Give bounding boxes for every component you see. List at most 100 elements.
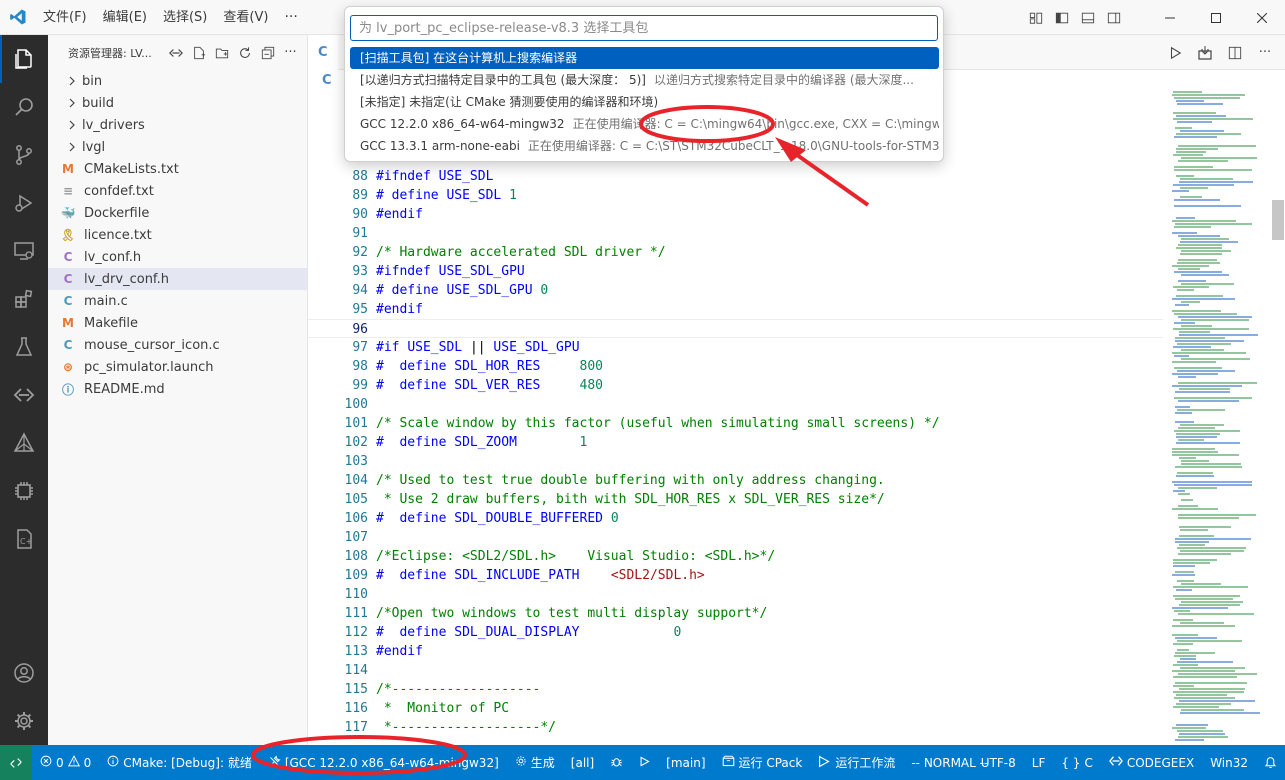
code-line[interactable]: 112 # define SDL_DUAL_DISPLAY 0 — [308, 623, 1163, 642]
encoding-status[interactable]: UTF-8 — [973, 745, 1024, 780]
menu-selection[interactable]: 选择(S) — [155, 0, 215, 35]
build-target-status[interactable]: [all] — [563, 745, 602, 780]
code-line[interactable]: 94 # define USE_SDL_GPU 0 — [308, 281, 1163, 300]
cmake-status[interactable]: CMake: [Debug]: 就绪 — [99, 745, 260, 780]
tree-item[interactable]: ⓘ README.md — [48, 378, 307, 400]
code-line[interactable]: 91 — [308, 224, 1163, 243]
notifications-bell-icon[interactable] — [1256, 745, 1285, 780]
breadcrumb[interactable]: C — [322, 73, 332, 88]
more-actions-icon[interactable]: ··· — [282, 44, 299, 61]
language-status[interactable]: { } C — [1053, 745, 1100, 780]
code-line[interactable]: 100 — [308, 395, 1163, 414]
menu-file[interactable]: 文件(F) — [35, 0, 95, 35]
kit-option[interactable]: [以递归方式扫描特定目录中的工具包 (最大深度： 5)] 以递归方式搜索特定目录中… — [350, 69, 939, 91]
launch-status[interactable] — [631, 745, 658, 780]
toggle-panel-icon[interactable] — [1075, 0, 1101, 35]
code-line[interactable]: 99 # define SDL_VER_RES 480 — [308, 376, 1163, 395]
code-line[interactable]: 111 /*Open two windows to test multi disp… — [308, 604, 1163, 623]
tree-item[interactable]: build — [48, 92, 307, 114]
problems-status[interactable]: 0 0 — [32, 745, 99, 780]
tree-item[interactable]: Clv_drv_conf.h — [48, 268, 307, 290]
minimize-icon[interactable] — [1147, 0, 1193, 35]
tree-item[interactable]: M Makefile — [48, 312, 307, 334]
extensions-icon[interactable] — [0, 275, 48, 323]
code-line[interactable]: 92 /* Hardware accelerated SDL driver */ — [308, 243, 1163, 262]
debug-status[interactable] — [602, 745, 631, 780]
code-line[interactable]: 108 /*Eclipse: <SDL2/SDL.h> Visual Studio… — [308, 547, 1163, 566]
codegeex-explain-icon[interactable] — [167, 44, 184, 61]
menu-edit[interactable]: 编辑(E) — [95, 0, 155, 35]
new-file-icon[interactable] — [190, 44, 207, 61]
code-line[interactable]: 116 * Monitor of PC — [308, 699, 1163, 718]
launch-target-status[interactable]: [main] — [658, 745, 713, 780]
testing-icon[interactable] — [0, 323, 48, 371]
code-line[interactable]: 97 #if USE_SDL || USE_SDL_GPU — [308, 338, 1163, 357]
code-line[interactable]: 115 /*------------------- — [308, 680, 1163, 699]
code-line[interactable]: 109 # define SDL_INCLUDE_PATH <SDL2/SDL.h… — [308, 566, 1163, 585]
code-line[interactable]: 88 #ifndef USE_SDL — [308, 167, 1163, 186]
refresh-icon[interactable] — [236, 44, 253, 61]
source-control-icon[interactable] — [0, 131, 48, 179]
code-line[interactable]: 113 #endif — [308, 642, 1163, 661]
kit-option[interactable]: [扫描工具包] 在这台计算机上搜索编译器 — [350, 47, 939, 69]
customize-layout-icon[interactable] — [1023, 0, 1049, 35]
code-line[interactable]: 89 # define USE_SDL 1 — [308, 186, 1163, 205]
new-folder-icon[interactable] — [213, 44, 230, 61]
tree-item[interactable]: M CMakeLists.txt — [48, 158, 307, 180]
run-icon[interactable] — [1165, 43, 1185, 63]
code-line[interactable]: 105 * Use 2 draw buffers, bith with SDL_… — [308, 490, 1163, 509]
cmake-icon[interactable] — [0, 419, 48, 467]
settings-gear-icon[interactable] — [0, 697, 48, 745]
code-line[interactable]: 117 *-------------------*/ — [308, 718, 1163, 737]
maximize-icon[interactable] — [1193, 0, 1239, 35]
build-icon[interactable] — [1195, 43, 1215, 63]
menu-more[interactable]: ··· — [276, 9, 305, 25]
kit-search-input[interactable] — [350, 15, 938, 41]
code-line[interactable]: 102 # define SDL_ZOOM 1 — [308, 433, 1163, 452]
tree-item[interactable]: lv_drivers — [48, 114, 307, 136]
account-icon[interactable] — [0, 649, 48, 697]
code-line[interactable]: 107 — [308, 528, 1163, 547]
code-line[interactable]: 104 /* Used to test true double buffering… — [308, 471, 1163, 490]
tree-item[interactable]: ⊛ pc_simulator.launch — [48, 356, 307, 378]
cpack-status[interactable]: 运行 CPack — [714, 745, 811, 780]
workflow-status[interactable]: 运行工作流 — [810, 745, 903, 780]
menu-view[interactable]: 查看(V) — [215, 0, 276, 35]
tree-item[interactable]: bin — [48, 70, 307, 92]
tree-item[interactable]: Cmain.c — [48, 290, 307, 312]
build-status[interactable]: 生成 — [507, 745, 563, 780]
code-line[interactable]: 106 # define SDL_DOUBLE_BUFFERED 0 — [308, 509, 1163, 528]
code-line[interactable]: 95 #endif — [308, 300, 1163, 319]
code-line[interactable]: 103 — [308, 452, 1163, 471]
codegeex-status[interactable]: CODEGEEX — [1101, 745, 1202, 780]
kit-option[interactable]: GCC 12.2.0 x86_64-w64-mingw32 正在使用编译器: C … — [350, 113, 939, 135]
tree-item[interactable]: Cmouse_cursor_icon.c — [48, 334, 307, 356]
split-editor-icon[interactable] — [1225, 43, 1245, 63]
code-line[interactable]: 90 #endif — [308, 205, 1163, 224]
collapse-all-icon[interactable] — [259, 44, 276, 61]
code-line[interactable]: 114 — [308, 661, 1163, 680]
c-cpp-icon[interactable]: C+ — [0, 515, 48, 563]
platform-status[interactable]: Win32 — [1202, 745, 1256, 780]
code-line[interactable]: 101 /* Scale window by this factor (usefu… — [308, 414, 1163, 433]
explorer-icon[interactable] — [0, 35, 48, 83]
code-line[interactable]: 96 — [308, 319, 1163, 338]
remote-explorer-icon[interactable] — [0, 227, 48, 275]
tree-item[interactable]: 🎗 licence.txt — [48, 224, 307, 246]
kit-option[interactable]: [未指定] 未指定(让 CMake 猜测要使用的编译器和环境) — [350, 91, 939, 113]
tree-item[interactable]: Clv_conf.h — [48, 246, 307, 268]
editor-more-icon[interactable]: ··· — [1255, 43, 1275, 63]
active-kit-status[interactable]: [GCC 12.2.0 x86_64-w64-mingw32] — [260, 745, 507, 780]
minimap[interactable] — [1168, 91, 1268, 745]
toggle-primary-sidebar-icon[interactable] — [1049, 0, 1075, 35]
close-icon[interactable] — [1239, 0, 1285, 35]
code-line[interactable]: 93 #ifndef USE_SDL_GPU — [308, 262, 1163, 281]
toggle-secondary-sidebar-icon[interactable] — [1101, 0, 1127, 35]
kit-option[interactable]: GCC 13.3.1 arm-none-eabi 正在使用编译器: C = C:\… — [350, 135, 939, 157]
code-line[interactable]: 98 # define SDL_HOR_RES 800 — [308, 357, 1163, 376]
search-icon[interactable] — [0, 83, 48, 131]
tab-lv-drv-conf[interactable]: C — [308, 35, 338, 70]
chip-icon[interactable] — [0, 467, 48, 515]
remote-indicator-icon[interactable] — [0, 745, 32, 780]
tree-item[interactable]: 🐳 Dockerfile — [48, 202, 307, 224]
